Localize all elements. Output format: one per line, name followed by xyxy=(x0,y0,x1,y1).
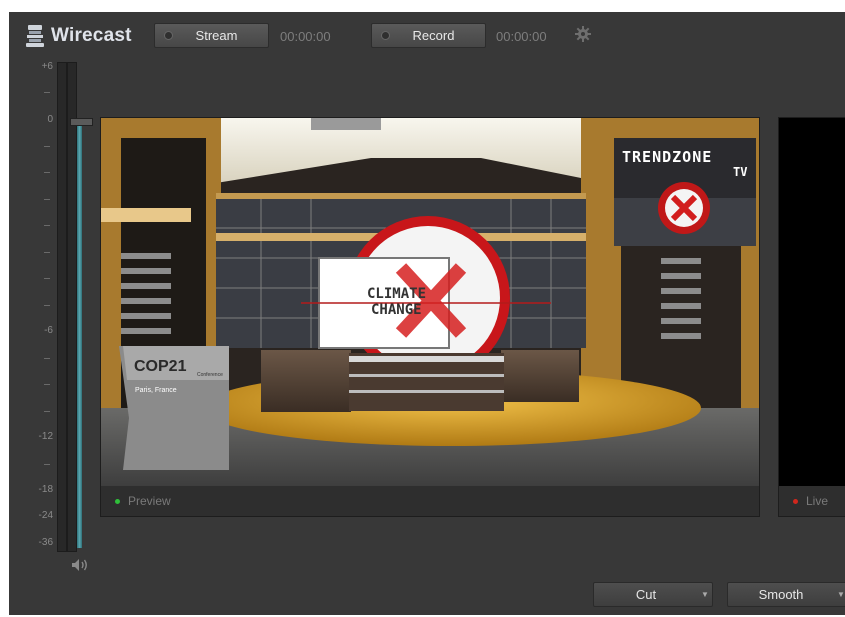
live-status-dot xyxy=(793,498,798,504)
audio-meter-left xyxy=(57,62,67,552)
record-button-label: Record xyxy=(412,28,455,43)
meter-tick xyxy=(44,278,50,279)
meter-label-minus24: -24 xyxy=(38,510,53,521)
climate-screen-text-2: CHANGE xyxy=(371,302,422,318)
meter-tick xyxy=(44,199,50,200)
stream-status-icon xyxy=(164,31,173,40)
meter-label-minus6: -6 xyxy=(44,325,53,336)
meter-label-plus6: +6 xyxy=(41,61,53,72)
meter-label-minus12: -12 xyxy=(38,431,53,442)
live-label-bar: Live xyxy=(779,486,845,516)
trendzone-logo-subtext: TV xyxy=(733,165,748,179)
meter-label-0: 0 xyxy=(47,114,53,125)
meter-tick xyxy=(44,411,50,412)
preview-label-bar: Preview xyxy=(101,486,759,516)
stream-button-label: Stream xyxy=(195,28,238,43)
meter-tick xyxy=(44,305,50,306)
meter-tick xyxy=(44,172,50,173)
meter-tick xyxy=(44,358,50,359)
audio-meter-scale: +6 0 -6 -12 -18 -24 -36 xyxy=(9,60,57,560)
app-title: Wirecast xyxy=(51,25,132,46)
meter-label-minus36: -36 xyxy=(38,537,53,548)
preview-video-frame xyxy=(101,118,759,486)
app-brand: Wirecast xyxy=(25,22,132,50)
lower-third-subtitle: Paris, France xyxy=(135,387,177,394)
meter-tick xyxy=(44,464,50,465)
smooth-transition-button[interactable]: Smooth ▼ xyxy=(727,582,845,607)
meter-tick xyxy=(44,384,50,385)
record-status-icon xyxy=(381,31,390,40)
live-panel[interactable]: Live xyxy=(778,117,845,517)
volume-fader-handle[interactable] xyxy=(70,118,93,126)
meter-tick xyxy=(44,92,50,93)
record-button[interactable]: Record xyxy=(371,23,486,48)
record-timer: 00:00:00 xyxy=(496,29,547,44)
cut-dropdown-arrow-icon[interactable]: ▼ xyxy=(698,590,712,599)
climate-screen-text-1: CLIMATE xyxy=(367,286,427,302)
preview-label: Preview xyxy=(128,494,171,508)
speaker-icon[interactable] xyxy=(71,558,89,572)
preview-status-dot xyxy=(115,498,120,504)
audio-meter-right xyxy=(67,62,77,552)
smooth-transition-label: Smooth xyxy=(758,587,804,602)
cut-transition-button[interactable]: Cut ▼ xyxy=(593,582,713,607)
stream-timer: 00:00:00 xyxy=(280,29,331,44)
smooth-dropdown-arrow-icon[interactable]: ▼ xyxy=(834,590,845,599)
live-label: Live xyxy=(806,494,829,508)
lower-third-title: COP21 xyxy=(134,358,187,375)
wirecast-logo-icon xyxy=(26,25,44,47)
stream-button[interactable]: Stream xyxy=(154,23,269,48)
meter-tick xyxy=(44,146,50,147)
cut-transition-label: Cut xyxy=(635,587,657,602)
settings-gear-icon[interactable] xyxy=(575,26,591,42)
meter-tick xyxy=(44,225,50,226)
trendzone-logo-text: TRENDZONE xyxy=(622,148,713,166)
meter-label-minus18: -18 xyxy=(38,484,53,495)
wirecast-window: Wirecast Stream 00:00:00 Record 00:00:00… xyxy=(9,12,845,615)
volume-fader-track[interactable] xyxy=(77,120,82,548)
preview-panel[interactable]: TRENDZONE TV CLIMATE CHANGE COP21 Confer… xyxy=(100,117,760,517)
lower-third-small-text: Conference xyxy=(197,372,223,378)
meter-tick xyxy=(44,252,50,253)
